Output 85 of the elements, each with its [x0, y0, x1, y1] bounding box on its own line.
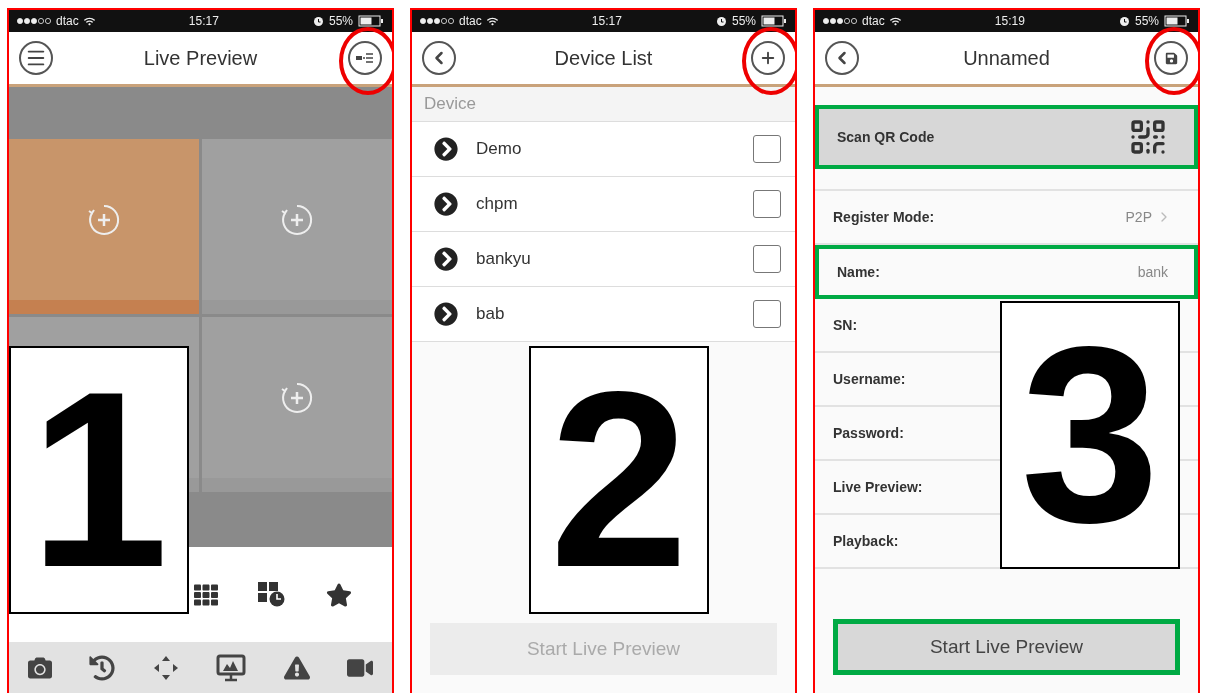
menu-button[interactable] [19, 41, 53, 75]
step-number-overlay: 2 [529, 346, 709, 614]
alarm-icon [715, 15, 727, 27]
field-label: Live Preview: [833, 479, 923, 495]
section-title: Device [424, 94, 476, 114]
plus-icon [759, 49, 777, 67]
row-label: Scan QR Code [837, 129, 935, 145]
carrier-name: dtac [459, 14, 482, 28]
schedule-icon[interactable] [258, 581, 286, 608]
carrier-name: dtac [862, 14, 885, 28]
alarm-icon [312, 15, 324, 27]
wifi-icon [486, 15, 498, 27]
device-row[interactable]: bankyu [412, 232, 795, 287]
back-button[interactable] [422, 41, 456, 75]
device-row[interactable]: Demo [412, 122, 795, 177]
expand-icon[interactable] [434, 247, 458, 271]
battery-percent: 55% [731, 14, 756, 28]
checkbox[interactable] [753, 190, 781, 218]
expand-icon[interactable] [434, 137, 458, 161]
list-icon [356, 53, 374, 63]
clock-time: 15:17 [188, 14, 219, 28]
qr-code-icon [1128, 117, 1168, 157]
wifi-icon [83, 15, 95, 27]
field-label: Register Mode: [833, 209, 935, 225]
device-name: chpm [476, 194, 519, 214]
battery-icon [761, 15, 787, 27]
device-name: bankyu [476, 249, 532, 269]
field-label: Password: [833, 425, 904, 441]
field-label: SN: [833, 317, 858, 333]
star-icon[interactable] [326, 581, 352, 608]
header-action-button[interactable] [751, 41, 785, 75]
warning-icon [283, 654, 310, 681]
wifi-icon [889, 15, 901, 27]
checkbox[interactable] [753, 135, 781, 163]
header-action-button[interactable] [348, 41, 382, 75]
alarm-icon [1118, 15, 1130, 27]
save-icon [1164, 51, 1178, 65]
grid-icon[interactable] [194, 582, 218, 607]
battery-icon [1164, 15, 1190, 27]
signal-icon [823, 18, 857, 24]
toolbar-button[interactable] [27, 655, 52, 680]
playback-icon [89, 654, 116, 681]
scan-qr-row[interactable]: Scan QR Code [815, 105, 1198, 169]
device-name: Demo [476, 139, 523, 159]
field-value: P2P [1125, 209, 1152, 225]
camera-tile[interactable] [202, 139, 392, 314]
field-label: Name: [837, 264, 880, 280]
signal-icon [420, 18, 454, 24]
step-number-overlay: 3 [1000, 301, 1180, 569]
battery-percent: 55% [328, 14, 353, 28]
camera-tile[interactable] [9, 139, 199, 314]
field-label: Username: [833, 371, 906, 387]
step-number-overlay: 1 [9, 346, 189, 614]
field-label: Playback: [833, 533, 899, 549]
toolbar-button[interactable] [152, 654, 179, 681]
clock-time: 15:17 [591, 14, 622, 28]
screen-title: Live Preview [143, 46, 258, 70]
device-name: bab [476, 304, 506, 324]
header-action-button[interactable] [1154, 41, 1188, 75]
carrier-name: dtac [56, 14, 79, 28]
toolbar-button[interactable] [216, 653, 247, 682]
expand-icon[interactable] [434, 302, 458, 326]
clock-time: 15:19 [994, 14, 1025, 28]
battery-percent: 55% [1134, 14, 1159, 28]
expand-icon[interactable] [434, 192, 458, 216]
field-value: bank [1137, 264, 1168, 280]
camera-tile[interactable] [202, 317, 392, 492]
screen-title: Device List [554, 46, 653, 70]
checkbox[interactable] [753, 300, 781, 328]
device-row[interactable]: chpm [412, 177, 795, 232]
monitor-icon [216, 653, 247, 682]
add-camera-icon [280, 202, 314, 237]
camera-icon [27, 655, 52, 680]
battery-icon [358, 15, 384, 27]
checkbox[interactable] [753, 245, 781, 273]
toolbar-button[interactable] [89, 654, 116, 681]
back-button[interactable] [825, 41, 859, 75]
add-camera-icon [87, 202, 121, 237]
device-row[interactable]: bab [412, 287, 795, 342]
add-camera-icon [280, 380, 314, 415]
screen-title: Unnamed [963, 46, 1050, 70]
move-arrows-icon [152, 654, 179, 681]
start-preview-button[interactable]: Start Live Preview [833, 619, 1180, 675]
toolbar-button[interactable] [283, 654, 310, 681]
signal-icon [17, 18, 51, 24]
